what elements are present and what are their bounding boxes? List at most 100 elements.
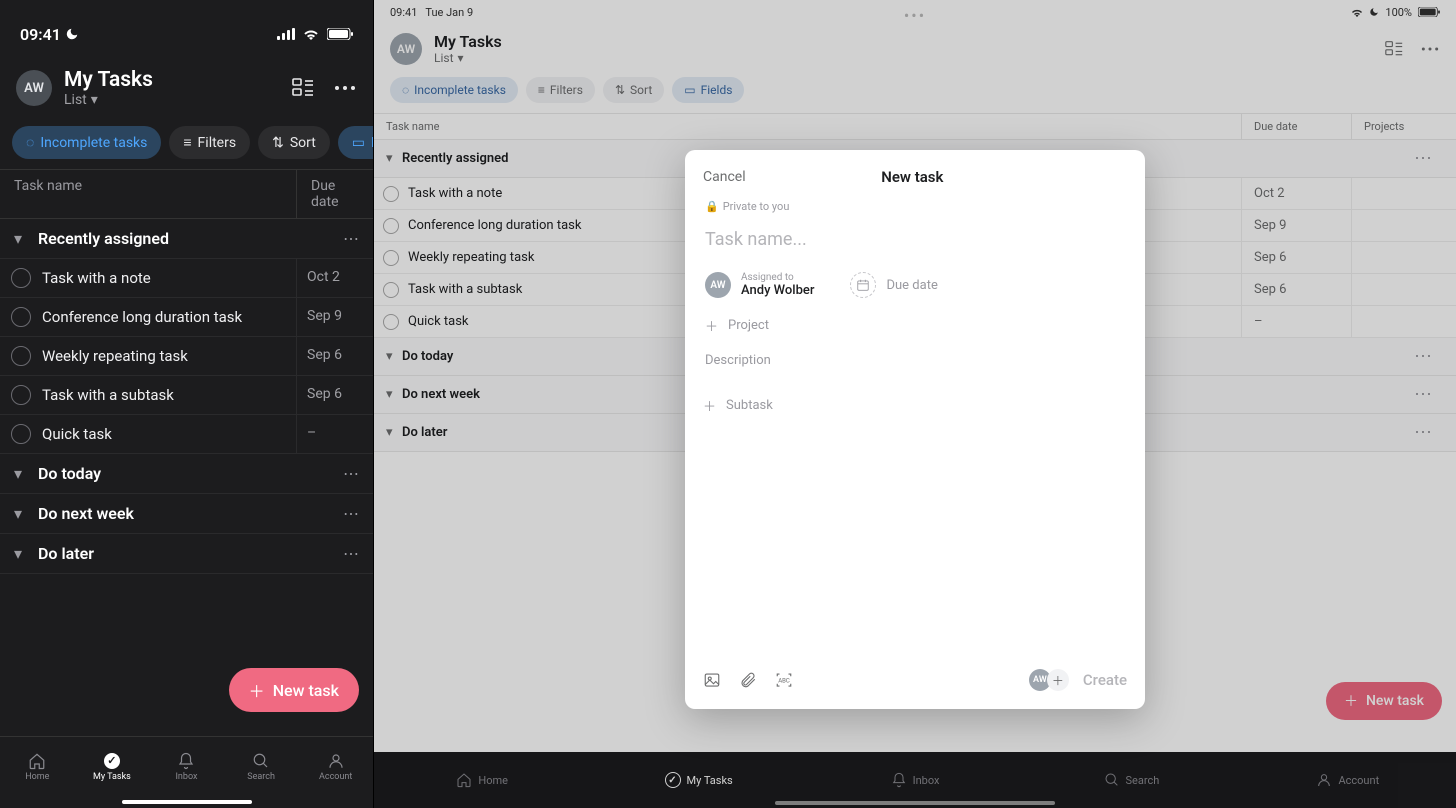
more-icon[interactable]: ⋯ bbox=[343, 464, 359, 483]
list-view-icon[interactable] bbox=[291, 77, 315, 99]
tablet-screen: ••• 09:41 Tue Jan 9 100% AW My Tasks Lis… bbox=[374, 0, 1456, 808]
section-header[interactable]: ▾ Do later ⋯ bbox=[0, 534, 373, 574]
task-name: Conference long duration task bbox=[42, 298, 297, 336]
chevron-down-icon: ▾ bbox=[14, 544, 28, 563]
assignee-field[interactable]: AW Assigned to Andy Wolber bbox=[705, 272, 814, 298]
complete-checkbox[interactable] bbox=[0, 337, 42, 375]
more-icon[interactable]: ⋯ bbox=[343, 229, 359, 248]
add-subtask-button[interactable]: ＋ Subtask bbox=[703, 396, 1127, 655]
assignee-label: Assigned to bbox=[741, 272, 814, 283]
chevron-down-icon: ▾ bbox=[14, 464, 28, 483]
phone-screen: 09:41 AW My Tasks List ▾ bbox=[0, 0, 374, 808]
task-due: Oct 2 bbox=[297, 259, 373, 297]
svg-text:ABC: ABC bbox=[778, 677, 790, 684]
scan-text-icon[interactable]: ABC bbox=[775, 671, 793, 689]
sort-icon: ⇅ bbox=[272, 135, 284, 151]
home-indicator bbox=[122, 800, 252, 804]
section-header[interactable]: ▾ Recently assigned ⋯ bbox=[0, 219, 373, 259]
task-name: Quick task bbox=[42, 415, 297, 453]
bell-icon bbox=[177, 752, 195, 770]
task-row[interactable]: Quick task– bbox=[0, 415, 373, 454]
filter-icon: ≡ bbox=[183, 134, 191, 151]
create-button[interactable]: Create bbox=[1083, 671, 1127, 689]
plus-icon: ＋ bbox=[249, 678, 265, 702]
wifi-icon bbox=[303, 28, 319, 40]
complete-checkbox[interactable] bbox=[0, 376, 42, 414]
assignee-value: Andy Wolber bbox=[741, 283, 814, 298]
modal-title: New task bbox=[746, 168, 1079, 186]
tab-account[interactable]: Account bbox=[298, 737, 373, 796]
plus-icon: ＋ bbox=[705, 316, 718, 335]
add-collaborator-button[interactable]: ＋ bbox=[1047, 669, 1069, 691]
chip-sort[interactable]: ⇅Sort bbox=[258, 126, 330, 159]
fields-icon: ▭ bbox=[352, 135, 365, 151]
task-name: Weekly repeating task bbox=[42, 337, 297, 375]
chip-fields[interactable]: ▭Fields bbox=[338, 126, 373, 159]
avatar[interactable]: AW bbox=[16, 70, 52, 106]
task-due: – bbox=[297, 415, 373, 453]
tab-home[interactable]: Home bbox=[0, 737, 75, 796]
tab-my-tasks[interactable]: ✓My Tasks bbox=[75, 737, 150, 796]
section-title: Do today bbox=[38, 464, 333, 483]
lock-icon: 🔒 bbox=[705, 200, 719, 213]
col-task-name: Task name bbox=[0, 170, 297, 218]
collaborators[interactable]: AW ＋ bbox=[1029, 669, 1069, 691]
task-due: Sep 6 bbox=[297, 376, 373, 414]
view-switcher[interactable]: List ▾ bbox=[64, 92, 279, 108]
task-name: Task with a note bbox=[42, 259, 297, 297]
task-due: Sep 6 bbox=[297, 337, 373, 375]
section-title: Do next week bbox=[38, 504, 333, 523]
status-time: 09:41 bbox=[20, 25, 61, 44]
phone-header: AW My Tasks List ▾ bbox=[0, 56, 373, 120]
section-title: Do later bbox=[38, 544, 333, 563]
description-input[interactable]: Description bbox=[703, 351, 1127, 382]
section-header[interactable]: ▾ Do next week ⋯ bbox=[0, 494, 373, 534]
calendar-icon bbox=[850, 272, 876, 298]
task-row[interactable]: Task with a noteOct 2 bbox=[0, 259, 373, 298]
task-row[interactable]: Task with a subtaskSep 6 bbox=[0, 376, 373, 415]
check-circle-icon: ✓ bbox=[103, 752, 121, 770]
privacy-indicator: 🔒 Private to you bbox=[703, 200, 1127, 213]
phone-status-bar: 09:41 bbox=[0, 12, 373, 56]
check-circle-icon: ◌ bbox=[26, 134, 34, 151]
user-icon bbox=[327, 752, 345, 770]
image-icon[interactable] bbox=[703, 671, 721, 689]
new-task-button[interactable]: ＋ New task bbox=[229, 668, 359, 712]
phone-column-header: Task name Due date bbox=[0, 169, 373, 219]
task-due: Sep 9 bbox=[297, 298, 373, 336]
plus-icon: ＋ bbox=[703, 396, 716, 415]
section-header[interactable]: ▾ Do today ⋯ bbox=[0, 454, 373, 494]
more-icon[interactable] bbox=[333, 77, 357, 99]
cancel-button[interactable]: Cancel bbox=[703, 169, 746, 185]
complete-checkbox[interactable] bbox=[0, 415, 42, 453]
more-icon[interactable]: ⋯ bbox=[343, 544, 359, 563]
section-title: Recently assigned bbox=[38, 229, 333, 248]
tab-inbox[interactable]: Inbox bbox=[149, 737, 224, 796]
add-project-button[interactable]: ＋ Project bbox=[703, 314, 1127, 337]
phone-tab-bar: Home ✓My Tasks Inbox Search Account bbox=[0, 736, 373, 808]
task-row[interactable]: Weekly repeating taskSep 6 bbox=[0, 337, 373, 376]
task-name: Task with a subtask bbox=[42, 376, 297, 414]
page-title: My Tasks bbox=[64, 68, 279, 92]
chip-incomplete-tasks[interactable]: ◌Incomplete tasks bbox=[12, 126, 161, 159]
cellular-icon bbox=[277, 28, 295, 40]
phone-filter-chips: ◌Incomplete tasks ≡Filters ⇅Sort ▭Fields bbox=[0, 120, 373, 169]
chevron-down-icon: ▾ bbox=[14, 229, 28, 248]
moon-icon bbox=[65, 27, 79, 41]
more-icon[interactable]: ⋯ bbox=[343, 504, 359, 523]
tab-search[interactable]: Search bbox=[224, 737, 299, 796]
col-due-date: Due date bbox=[297, 170, 373, 218]
complete-checkbox[interactable] bbox=[0, 259, 42, 297]
complete-checkbox[interactable] bbox=[0, 298, 42, 336]
home-icon bbox=[28, 752, 46, 770]
task-name-input[interactable]: Task name... bbox=[703, 227, 1127, 256]
battery-icon bbox=[327, 28, 353, 40]
chevron-down-icon: ▾ bbox=[14, 504, 28, 523]
task-row[interactable]: Conference long duration taskSep 9 bbox=[0, 298, 373, 337]
chip-filters[interactable]: ≡Filters bbox=[169, 126, 250, 159]
modal-overlay[interactable]: Cancel New task 🔒 Private to you Task na… bbox=[374, 0, 1456, 808]
due-date-field[interactable]: Due date bbox=[850, 272, 937, 298]
search-icon bbox=[252, 752, 270, 770]
avatar: AW bbox=[705, 272, 731, 298]
attachment-icon[interactable] bbox=[739, 671, 757, 689]
